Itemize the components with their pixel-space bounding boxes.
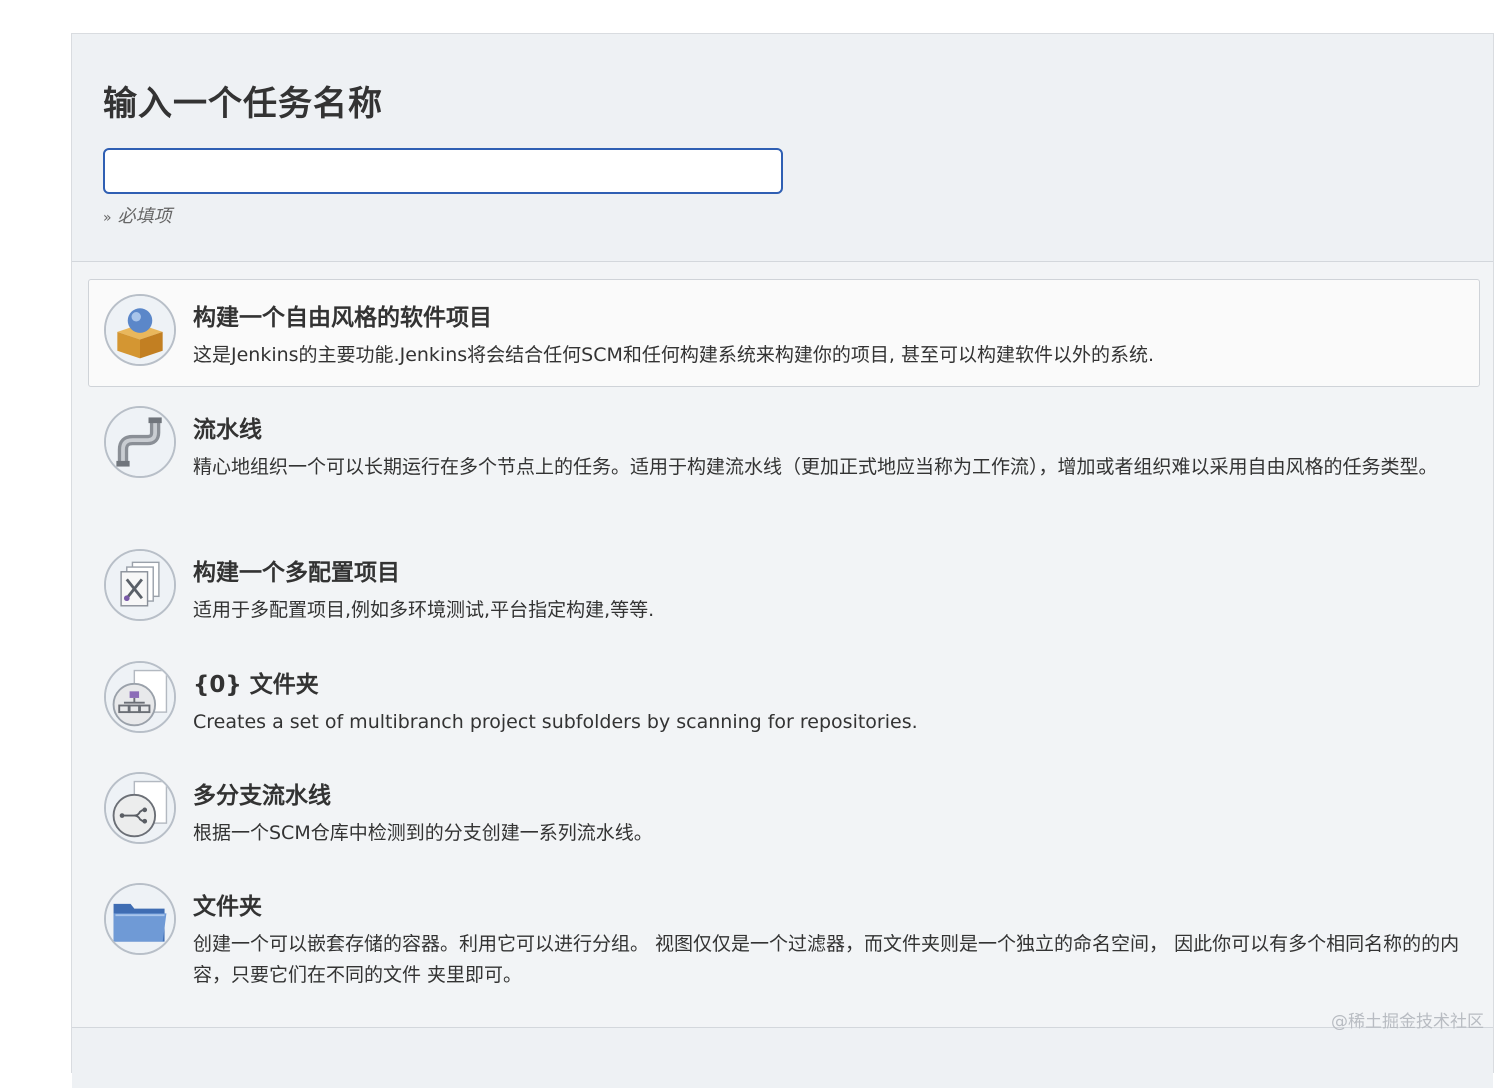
job-type-description: 这是Jenkins的主要功能.Jenkins将会结合任何SCM和任何构建系统来构… <box>193 344 1154 366</box>
job-type-label: 构建一个多配置项目 <box>193 560 400 586</box>
chevron-right-icon: » <box>103 210 112 226</box>
item-name-section: 输入一个任务名称 » 必填项 <box>72 34 1493 262</box>
job-type-description: Creates a set of multibranch project sub… <box>193 711 918 733</box>
job-type-organization-folder[interactable]: {0} 文件夹 Creates a set of multibranch pro… <box>88 646 1480 752</box>
job-type-folder[interactable]: 文件夹 创建一个可以嵌套存储的容器。利用它可以进行分组。 视图仅仅是一个过滤器，… <box>88 868 1480 1003</box>
item-name-input[interactable] <box>103 148 783 194</box>
branch-icon <box>104 772 176 844</box>
job-type-description: 根据一个SCM仓库中检测到的分支创建一系列流水线。 <box>193 822 653 844</box>
job-type-multibranch-pipeline[interactable]: 多分支流水线 根据一个SCM仓库中检测到的分支创建一系列流水线。 <box>88 757 1480 863</box>
job-type-description: 精心地组织一个可以长期运行在多个节点上的任务。适用于构建流水线（更加正式地应当称… <box>193 456 1438 478</box>
required-hint: » 必填项 <box>103 202 172 228</box>
job-type-description: 创建一个可以嵌套存储的容器。利用它可以进行分组。 视图仅仅是一个过滤器，而文件夹… <box>193 933 1460 986</box>
new-item-panel: 输入一个任务名称 » 必填项 构建一个自由风格的软件项目 这是Jenkins的主要… <box>71 33 1494 1088</box>
folder-icon <box>104 883 176 955</box>
job-type-pipeline[interactable]: 流水线 精心地组织一个可以长期运行在多个节点上的任务。适用于构建流水线（更加正式… <box>88 391 1480 526</box>
pipe-icon <box>104 406 176 478</box>
organization-folder-icon <box>104 661 176 733</box>
freestyle-box-icon <box>104 294 176 366</box>
job-type-label: 流水线 <box>193 417 262 443</box>
job-type-label: {0} 文件夹 <box>193 672 319 698</box>
page-title: 输入一个任务名称 <box>103 84 383 124</box>
form-footer <box>72 1027 1493 1088</box>
required-hint-text: 必填项 <box>117 206 172 227</box>
job-type-multi-config[interactable]: 构建一个多配置项目 适用于多配置项目,例如多环境测试,平台指定构建,等等. <box>88 534 1480 640</box>
job-type-freestyle[interactable]: 构建一个自由风格的软件项目 这是Jenkins的主要功能.Jenkins将会结合… <box>88 279 1480 387</box>
multi-config-tools-icon <box>104 549 176 621</box>
watermark: @稀土掘金技术社区 <box>1331 1012 1484 1032</box>
job-type-label: 文件夹 <box>193 894 262 920</box>
job-type-description: 适用于多配置项目,例如多环境测试,平台指定构建,等等. <box>193 599 655 621</box>
job-type-label: 构建一个自由风格的软件项目 <box>193 305 492 331</box>
job-type-label: 多分支流水线 <box>193 783 331 809</box>
